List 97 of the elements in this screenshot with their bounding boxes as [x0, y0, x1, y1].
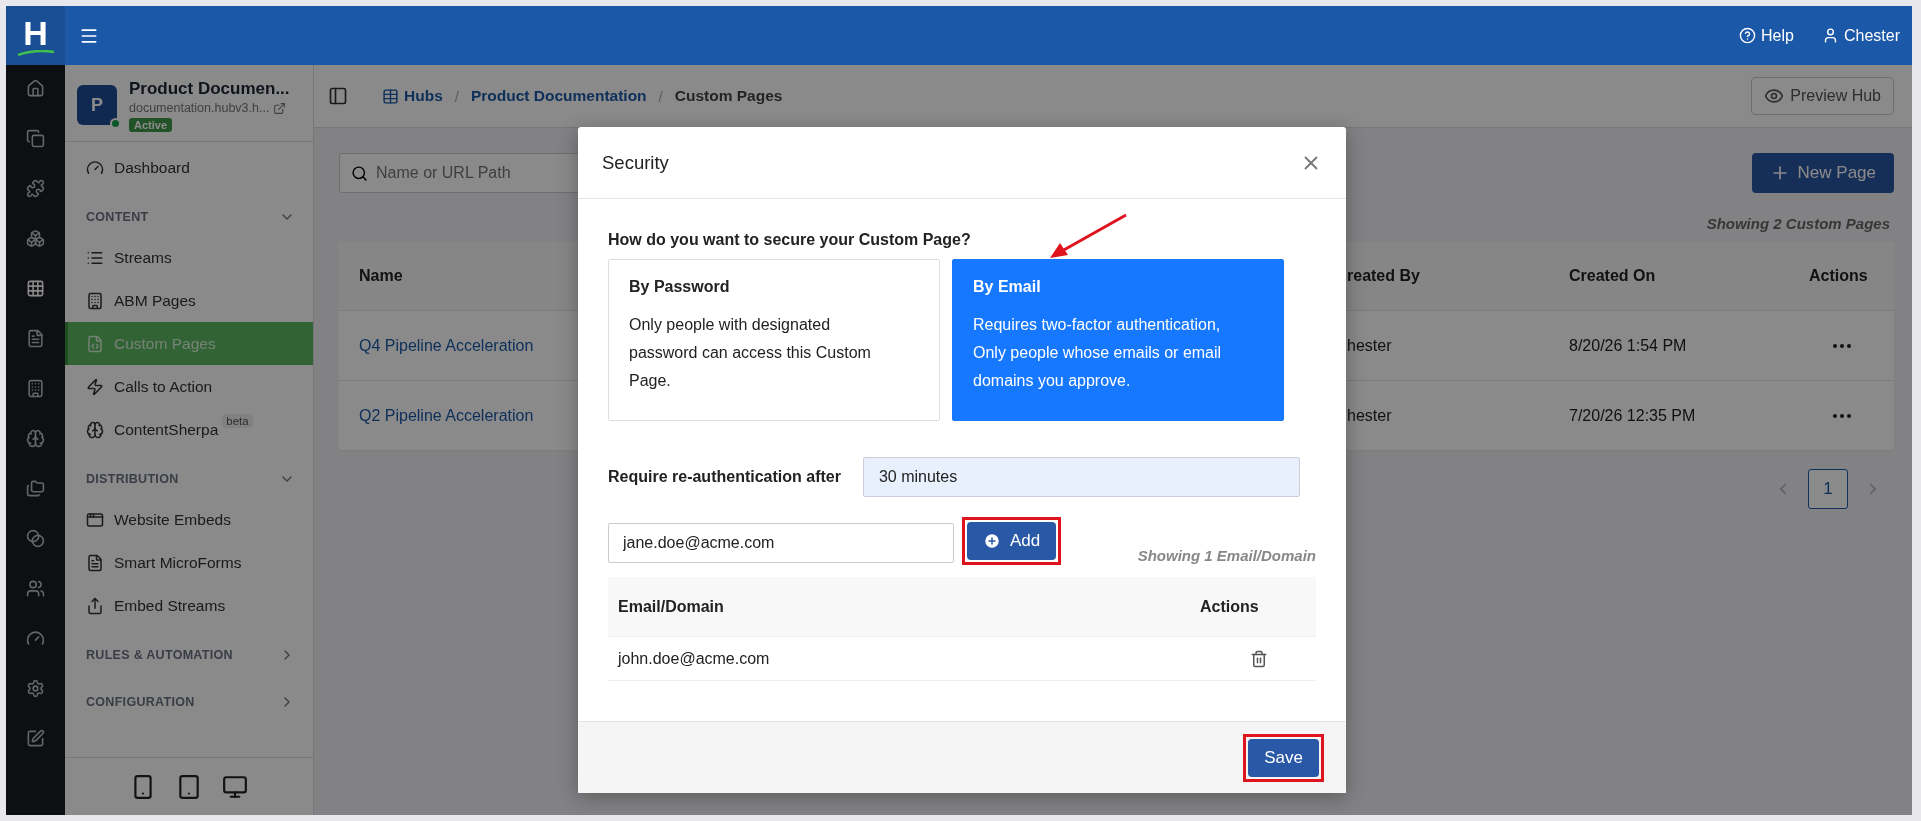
rail-button[interactable] [26, 479, 45, 498]
rail-button[interactable] [26, 529, 45, 548]
table-icon [382, 87, 399, 105]
sidebar-item[interactable]: Calls to Action [65, 365, 313, 408]
table-cell: 7/20/26 12:35 PM [1549, 381, 1789, 451]
logo[interactable]: H [6, 6, 65, 65]
beta-badge: beta [222, 414, 253, 428]
edit-icon [26, 729, 45, 748]
add-button[interactable]: Add [967, 522, 1057, 560]
rail-button[interactable] [26, 379, 45, 398]
sidebar-section[interactable]: RULES & AUTOMATION [65, 627, 313, 674]
plus-circle-icon [983, 532, 1001, 550]
ellipsis-icon [1833, 413, 1851, 418]
result-count: Showing 2 Custom Pages [1706, 215, 1890, 232]
rail-button[interactable] [26, 579, 45, 598]
page-link[interactable]: Q4 Pipeline Acceleration [359, 336, 534, 355]
sidebar-item[interactable]: ABM Pages [65, 279, 313, 322]
device-button[interactable] [176, 773, 202, 800]
breadcrumb-separator: / [658, 87, 663, 105]
hub-title: Product Documen... [129, 79, 290, 99]
document-icon [86, 553, 104, 572]
email-input[interactable]: jane.doe@acme.com [608, 523, 954, 563]
external-link-icon[interactable] [273, 101, 287, 115]
settings-icon [26, 679, 45, 698]
brain-icon [26, 429, 45, 448]
eye-icon [1764, 86, 1785, 106]
users-icon [26, 579, 45, 598]
puzzle-icon [26, 179, 45, 198]
email-count: Showing 1 Email/Domain [1137, 547, 1316, 564]
rail-button[interactable] [26, 429, 45, 448]
gauge-icon [26, 629, 45, 648]
status-badge: Active [129, 118, 173, 132]
sidebar-item[interactable]: Dashboard [65, 146, 313, 189]
sidebar-item[interactable]: Embed Streams [65, 584, 313, 627]
building-icon [26, 379, 45, 398]
column-header: Actions [1789, 242, 1894, 311]
copy-icon [26, 129, 45, 148]
breadcrumb-current: Custom Pages [674, 87, 783, 105]
share-icon [86, 596, 104, 615]
field-label: Require re-authentication after [608, 468, 841, 486]
breadcrumb-link[interactable]: Product Documentation [470, 87, 647, 105]
help-icon [1739, 27, 1757, 44]
sidebar-section[interactable]: CONFIGURATION [65, 674, 313, 721]
rail-button[interactable] [26, 629, 45, 648]
rail-button[interactable] [26, 129, 45, 148]
sidebar-toggle-icon[interactable] [328, 86, 348, 106]
sidebar-item[interactable]: Website Embeds [65, 498, 313, 541]
sidebar-item[interactable]: ContentSherpa beta [65, 408, 313, 451]
security-option[interactable]: By Password Only people with designated password can access this Custom Page. [608, 259, 940, 421]
sidebar-item[interactable]: Smart MicroForms [65, 541, 313, 584]
document-icon [26, 329, 45, 348]
sidebar-item[interactable]: Streams [65, 236, 313, 279]
folders-icon [26, 479, 45, 498]
help-button[interactable]: Help [1739, 26, 1794, 45]
trash-icon [1250, 649, 1268, 668]
lightning-icon [86, 377, 104, 396]
column-header: Actions [1190, 577, 1316, 637]
duration-select[interactable]: 30 minutes [862, 457, 1300, 497]
brain-icon [86, 420, 104, 439]
preview-hub-button[interactable]: Preview Hub [1751, 77, 1894, 115]
table-cell: 8/20/26 1:54 PM [1549, 311, 1789, 381]
new-page-button[interactable]: New Page [1751, 153, 1894, 193]
rail-button[interactable] [26, 679, 45, 698]
hub-url: documentation.hubv3.h... [129, 101, 270, 115]
delete-button[interactable] [1250, 649, 1268, 668]
hub-avatar: P [77, 85, 117, 125]
column-header: Created On [1549, 242, 1789, 311]
breadcrumb-link[interactable]: Hubs [382, 87, 443, 105]
gauge-icon [86, 158, 104, 177]
column-header: Email/Domain [608, 577, 1190, 637]
tablet-icon [176, 773, 202, 800]
device-button[interactable] [222, 773, 248, 800]
building-icon [86, 291, 104, 310]
save-button[interactable]: Save [1248, 738, 1319, 777]
sidebar-section[interactable]: DISTRIBUTION [65, 451, 313, 498]
rail-button[interactable] [26, 729, 45, 748]
window-icon [86, 510, 104, 529]
breadcrumb-separator: / [454, 87, 459, 105]
boxes-icon [26, 229, 45, 248]
more-button[interactable] [1833, 413, 1851, 418]
rail-button[interactable] [26, 329, 45, 348]
monitor-icon [222, 773, 248, 800]
ellipsis-icon [1833, 343, 1851, 348]
more-button[interactable] [1833, 343, 1851, 348]
home-icon [26, 79, 45, 98]
rail-button[interactable] [26, 79, 45, 98]
sidebar-section[interactable]: CONTENT [65, 189, 313, 236]
page-button[interactable]: 1 [1808, 469, 1848, 509]
rail-button[interactable] [26, 179, 45, 198]
user-button[interactable]: Chester [1821, 26, 1900, 45]
page-link[interactable]: Q2 Pipeline Acceleration [359, 406, 534, 425]
table-cell: john.doe@acme.com [608, 637, 1190, 681]
circles-icon [26, 529, 45, 548]
code-file-icon [86, 334, 104, 353]
grid-icon [26, 279, 45, 298]
security-option[interactable]: By Email Requires two-factor authentication, Only people whose emails or email domains you approve. [952, 259, 1284, 421]
rail-button[interactable] [26, 229, 45, 248]
